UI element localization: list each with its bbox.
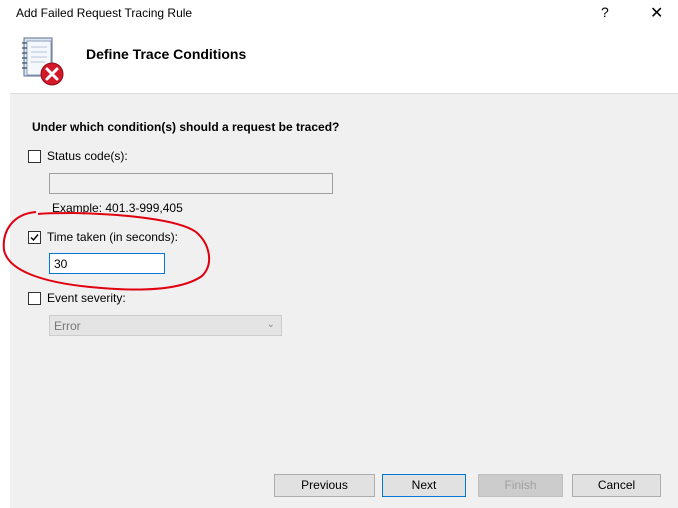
status-code-checkbox[interactable] bbox=[28, 150, 41, 163]
status-code-label: Status code(s): bbox=[47, 149, 128, 163]
close-button[interactable]: ✕ bbox=[650, 3, 663, 23]
chevron-down-icon: ⌄ bbox=[266, 319, 275, 330]
event-severity-checkbox[interactable] bbox=[28, 292, 41, 305]
cancel-button[interactable]: Cancel bbox=[572, 474, 661, 497]
time-taken-checkbox[interactable] bbox=[28, 231, 41, 244]
status-code-example: Example: 401.3-999,405 bbox=[52, 201, 183, 215]
window-title: Add Failed Request Tracing Rule bbox=[16, 6, 193, 20]
event-severity-select[interactable]: Error ⌄ bbox=[49, 315, 282, 336]
notebook-error-icon bbox=[22, 37, 64, 86]
page-title: Define Trace Conditions bbox=[86, 46, 247, 62]
time-taken-value: 30 bbox=[54, 257, 68, 271]
content-panel: Under which condition(s) should a reques… bbox=[10, 93, 678, 508]
finish-button[interactable]: Finish bbox=[478, 474, 563, 497]
help-button[interactable]: ? bbox=[601, 4, 609, 20]
previous-button[interactable]: Previous bbox=[274, 474, 375, 497]
time-taken-label: Time taken (in seconds): bbox=[47, 230, 178, 244]
checkmark-icon bbox=[30, 234, 39, 242]
event-severity-value: Error bbox=[54, 319, 81, 333]
time-taken-input[interactable]: 30 bbox=[49, 253, 165, 274]
title-bar: Add Failed Request Tracing Rule ? ✕ bbox=[0, 0, 678, 28]
event-severity-label: Event severity: bbox=[47, 291, 126, 305]
status-code-input[interactable] bbox=[49, 173, 333, 194]
next-button[interactable]: Next bbox=[382, 474, 466, 497]
wizard-header: Define Trace Conditions bbox=[0, 28, 678, 92]
question-label: Under which condition(s) should a reques… bbox=[32, 120, 340, 134]
